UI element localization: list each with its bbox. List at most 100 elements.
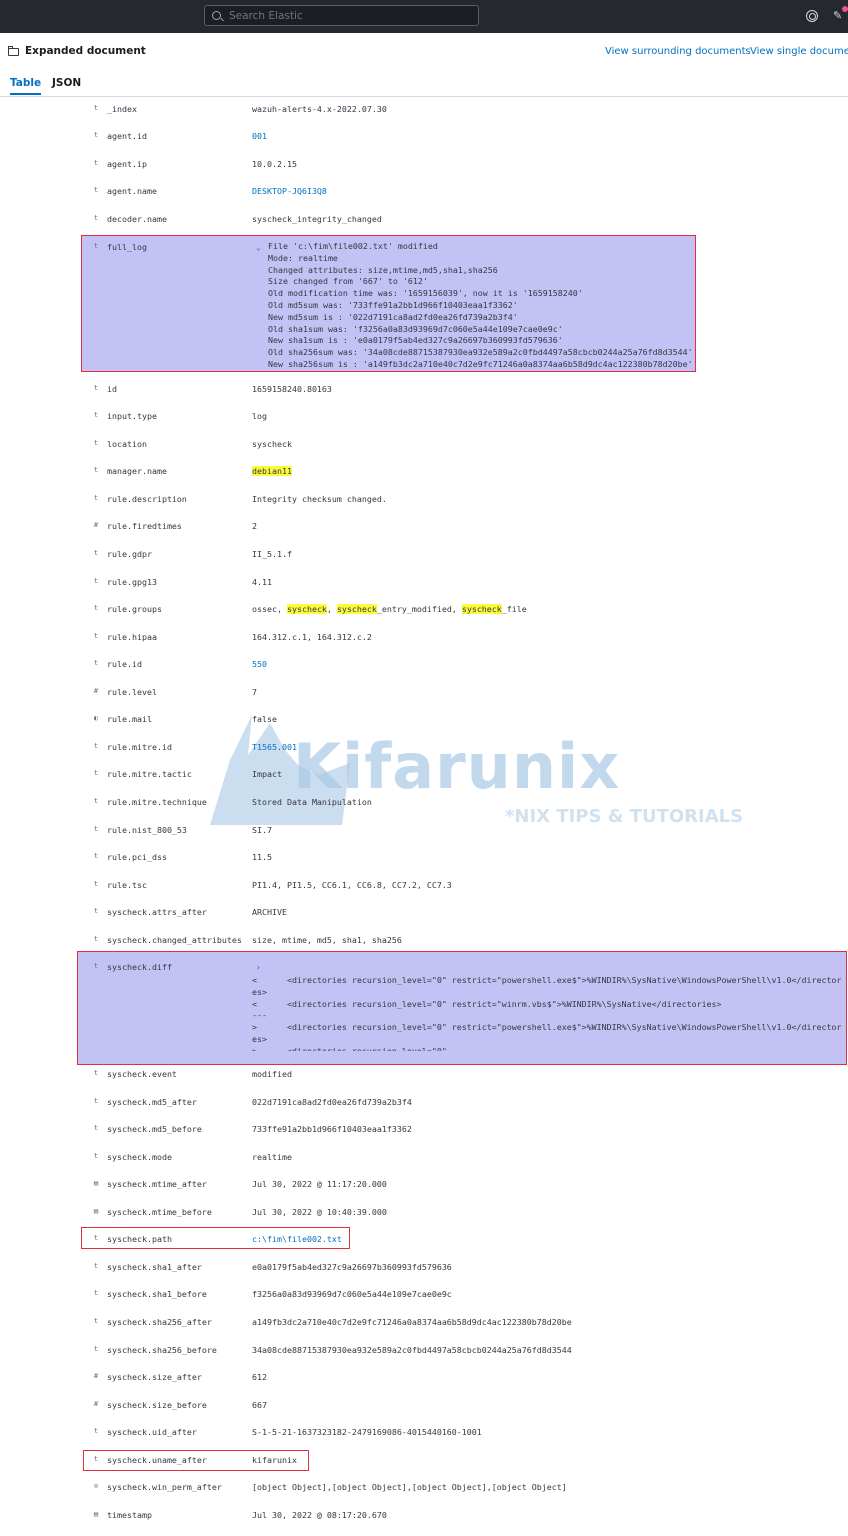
field-name: syscheck.changed_attributes — [107, 935, 242, 945]
field-value-link[interactable]: 550 — [252, 659, 267, 669]
string-type-icon: t — [93, 1289, 99, 1297]
number-type-icon: # — [93, 521, 99, 529]
collapse-chevron-icon[interactable]: ⌄ — [256, 243, 261, 252]
field-value: log — [252, 411, 267, 421]
string-type-icon: t — [93, 186, 99, 194]
field-value-highlighted: debian11 — [252, 466, 292, 476]
field-value: Stored Data Manipulation — [252, 797, 372, 807]
top-navigation-bar: ✎ — [0, 0, 848, 33]
watermark-brand: Kifarunix — [293, 730, 621, 803]
string-type-icon: t — [93, 1427, 99, 1435]
string-type-icon: t — [93, 1124, 99, 1132]
field-name: location — [107, 439, 147, 449]
help-icon[interactable] — [806, 10, 818, 22]
field-value: false — [252, 714, 277, 724]
field-name: syscheck.sha256_after — [107, 1317, 212, 1327]
field-value: a149fb3dc2a710e40c7d2e9fc71246a0a8374aa6… — [252, 1317, 572, 1327]
string-type-icon: t — [93, 549, 99, 557]
object-type-icon: ⊙ — [93, 1482, 99, 1490]
field-name: agent.ip — [107, 159, 147, 169]
view-single-document-link[interactable]: View single document — [750, 46, 848, 57]
string-type-icon: t — [93, 1234, 99, 1242]
tab-json[interactable]: JSON — [52, 77, 81, 89]
string-type-icon: t — [93, 384, 99, 392]
field-name: rule.description — [107, 494, 187, 504]
number-type-icon: # — [93, 1372, 99, 1380]
field-value-link[interactable]: DESKTOP-JQ6I3Q8 — [252, 186, 327, 196]
search-bar[interactable] — [204, 5, 479, 26]
string-type-icon: t — [93, 159, 99, 167]
field-value-link[interactable]: T1565.001 — [252, 742, 297, 752]
string-type-icon: t — [93, 880, 99, 888]
field-value-link[interactable]: c:\fim\file002.txt — [252, 1234, 342, 1244]
field-name: agent.id — [107, 131, 147, 141]
field-name: syscheck.uname_after — [107, 1455, 207, 1465]
field-name: rule.groups — [107, 604, 162, 614]
field-name: syscheck.sha1_after — [107, 1262, 202, 1272]
syscheck-diff-value: › < <directories recursion_level="0" rest… — [252, 962, 842, 1056]
field-value: realtime — [252, 1152, 292, 1162]
field-name: syscheck.size_after — [107, 1372, 202, 1382]
search-input[interactable] — [229, 9, 469, 22]
search-highlight: syscheck — [286, 604, 327, 614]
string-type-icon: t — [93, 577, 99, 585]
string-type-icon: t — [93, 104, 99, 112]
field-name: syscheck.sha1_before — [107, 1289, 207, 1299]
search-icon — [212, 11, 221, 20]
field-name: rule.hipaa — [107, 632, 157, 642]
tab-divider — [0, 96, 848, 97]
page-title: Expanded document — [25, 45, 146, 57]
field-value-link[interactable]: 001 — [252, 131, 267, 141]
string-type-icon: t — [93, 1455, 99, 1463]
expand-chevron-icon[interactable]: › — [256, 963, 261, 972]
string-type-icon: t — [93, 742, 99, 750]
full-log-value: ⌄ File 'c:\fim\file002.txt' modified Mod… — [256, 241, 693, 369]
field-name: syscheck.attrs_after — [107, 907, 207, 917]
field-value: 667 — [252, 1400, 267, 1410]
field-value: 164.312.c.1, 164.312.c.2 — [252, 632, 372, 642]
string-type-icon: t — [93, 411, 99, 419]
field-name: agent.name — [107, 186, 157, 196]
boolean-type-icon: ◐ — [93, 714, 99, 722]
notification-dot — [842, 6, 848, 12]
field-name: _index — [107, 104, 137, 114]
watermark-tagline: *NIX TIPS & TUTORIALS — [505, 806, 744, 827]
tab-table[interactable]: Table — [10, 77, 42, 95]
field-value: Integrity checksum changed. — [252, 494, 387, 504]
field-name: rule.id — [107, 659, 142, 669]
field-name: timestamp — [107, 1510, 152, 1520]
string-type-icon: t — [93, 1152, 99, 1160]
rule-groups-value: ossec, syscheck, syscheck_entry_modified… — [252, 604, 527, 614]
string-type-icon: t — [93, 131, 99, 139]
field-value: syscheck_integrity_changed — [252, 214, 382, 224]
string-type-icon: t — [93, 214, 99, 222]
string-type-icon: t — [93, 1317, 99, 1325]
field-value: modified — [252, 1069, 292, 1079]
string-type-icon: t — [93, 466, 99, 474]
string-type-icon: t — [93, 962, 99, 970]
view-surrounding-documents-link[interactable]: View surrounding documents — [605, 46, 751, 57]
field-name: syscheck.diff — [107, 962, 172, 972]
field-value: SI.7 — [252, 825, 272, 835]
field-name: syscheck.event — [107, 1069, 177, 1079]
field-name: rule.level — [107, 687, 157, 697]
string-type-icon: t — [93, 439, 99, 447]
full-log-text: File 'c:\fim\file002.txt' modified Mode:… — [268, 241, 693, 369]
field-value: size, mtime, md5, sha1, sha256 — [252, 935, 402, 945]
field-name: rule.mitre.technique — [107, 797, 207, 807]
field-name: rule.gpg13 — [107, 577, 157, 587]
field-value: 7 — [252, 687, 257, 697]
string-type-icon: t — [93, 494, 99, 502]
field-value: 612 — [252, 1372, 267, 1382]
field-value: e0a0179f5ab4ed327c9a26697b360993fd579636 — [252, 1262, 452, 1272]
string-type-icon: t — [93, 1262, 99, 1270]
string-type-icon: t — [93, 604, 99, 612]
field-value: 1659158240.80163 — [252, 384, 332, 394]
field-name: rule.gdpr — [107, 549, 152, 559]
string-type-icon: t — [93, 852, 99, 860]
string-type-icon: t — [93, 632, 99, 640]
field-name: syscheck.sha256_before — [107, 1345, 217, 1355]
number-type-icon: # — [93, 1400, 99, 1408]
field-value: 733ffe91a2bb1d966f10403eaa1f3362 — [252, 1124, 412, 1134]
number-type-icon: # — [93, 687, 99, 695]
